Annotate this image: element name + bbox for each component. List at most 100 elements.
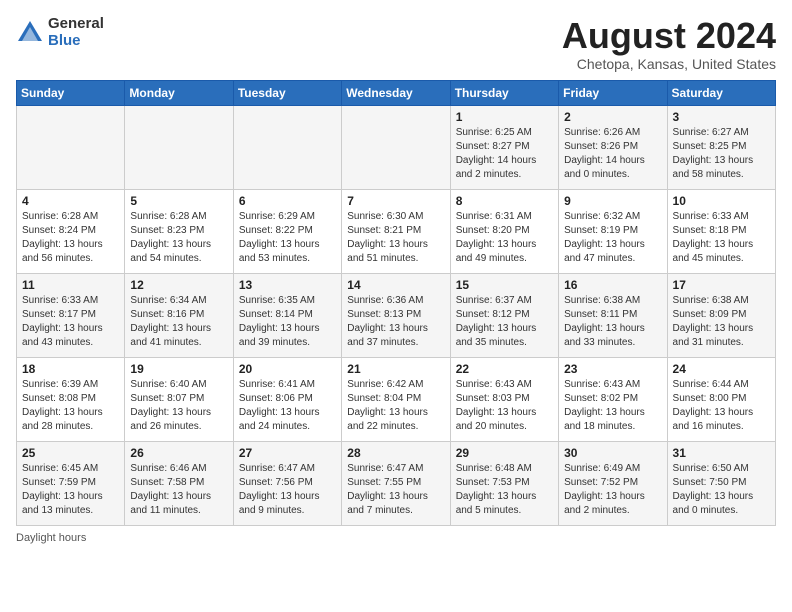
calendar-cell: 28Sunrise: 6:47 AM Sunset: 7:55 PM Dayli… xyxy=(342,441,450,525)
day-number: 18 xyxy=(22,362,119,376)
day-info: Sunrise: 6:43 AM Sunset: 8:02 PM Dayligh… xyxy=(564,378,661,434)
calendar-cell: 13 Sunrise: 6:35 AM Sunset: 8:14 PM Dayli… xyxy=(233,273,341,357)
day-info: Sunrise: 6:32 AM Sunset: 8:19 PM Dayligh… xyxy=(564,210,661,266)
day-info: Sunrise: 6:30 AM Sunset: 8:21 PM Dayligh… xyxy=(347,210,444,266)
calendar-cell: 31Sunrise: 6:50 AM Sunset: 7:50 PM Dayli… xyxy=(667,441,775,525)
day-number: 19 xyxy=(130,362,227,376)
day-info: Sunrise: 6:43 AM Sunset: 8:03 PM Dayligh… xyxy=(456,378,553,434)
day-number: 31 xyxy=(673,446,770,460)
logo: General Blue xyxy=(16,16,104,49)
logo-blue-text: Blue xyxy=(48,33,104,50)
day-info: Sunrise: 6:39 AM Sunset: 8:08 PM Dayligh… xyxy=(22,378,119,434)
day-info: Sunrise: 6:26 AM Sunset: 8:26 PM Dayligh… xyxy=(564,126,661,182)
calendar-week-row: 11Sunrise: 6:33 AM Sunset: 8:17 PM Dayli… xyxy=(17,273,776,357)
day-info: Sunrise: 6:36 AM Sunset: 8:13 PM Dayligh… xyxy=(347,294,444,350)
day-info: Sunrise: 6:44 AM Sunset: 8:00 PM Dayligh… xyxy=(673,378,770,434)
day-info: Sunrise: 6:33 AM Sunset: 8:18 PM Dayligh… xyxy=(673,210,770,266)
day-info: Sunrise: 6:28 AM Sunset: 8:24 PM Dayligh… xyxy=(22,210,119,266)
day-number: 26 xyxy=(130,446,227,460)
calendar-cell: 8Sunrise: 6:31 AM Sunset: 8:20 PM Daylig… xyxy=(450,189,558,273)
calendar-cell: 15Sunrise: 6:37 AM Sunset: 8:12 PM Dayli… xyxy=(450,273,558,357)
calendar-cell: 3 Sunrise: 6:27 AM Sunset: 8:25 PM Daylig… xyxy=(667,105,775,189)
calendar-day-header: Monday xyxy=(125,80,233,105)
day-number: 11 xyxy=(22,278,119,292)
calendar-cell: 14 Sunrise: 6:36 AM Sunset: 8:13 PM Dayli… xyxy=(342,273,450,357)
day-info: Sunrise: 6:31 AM Sunset: 8:20 PM Dayligh… xyxy=(456,210,553,266)
day-info: Sunrise: 6:45 AM Sunset: 7:59 PM Dayligh… xyxy=(22,462,119,518)
day-info: Sunrise: 6:42 AM Sunset: 8:04 PM Dayligh… xyxy=(347,378,444,434)
calendar-cell: 18 Sunrise: 6:39 AM Sunset: 8:08 PM Dayli… xyxy=(17,357,125,441)
logo-icon xyxy=(16,19,44,47)
day-number: 27 xyxy=(239,446,336,460)
day-number: 7 xyxy=(347,194,444,208)
logo-general-text: General xyxy=(48,16,104,33)
day-info: Sunrise: 6:46 AM Sunset: 7:58 PM Dayligh… xyxy=(130,462,227,518)
day-number: 30 xyxy=(564,446,661,460)
calendar-cell: 10Sunrise: 6:33 AM Sunset: 8:18 PM Dayli… xyxy=(667,189,775,273)
calendar-week-row: 18 Sunrise: 6:39 AM Sunset: 8:08 PM Dayli… xyxy=(17,357,776,441)
day-info: Sunrise: 6:48 AM Sunset: 7:53 PM Dayligh… xyxy=(456,462,553,518)
calendar-cell: 26 Sunrise: 6:46 AM Sunset: 7:58 PM Dayli… xyxy=(125,441,233,525)
calendar-cell xyxy=(125,105,233,189)
calendar-body: 1Sunrise: 6:25 AM Sunset: 8:27 PM Daylig… xyxy=(17,105,776,525)
day-number: 21 xyxy=(347,362,444,376)
location-text: Chetopa, Kansas, United States xyxy=(562,56,776,72)
calendar-cell: 20Sunrise: 6:41 AM Sunset: 8:06 PM Dayli… xyxy=(233,357,341,441)
calendar-cell: 6 Sunrise: 6:29 AM Sunset: 8:22 PM Daylig… xyxy=(233,189,341,273)
day-info: Sunrise: 6:38 AM Sunset: 8:11 PM Dayligh… xyxy=(564,294,661,350)
calendar-cell: 27 Sunrise: 6:47 AM Sunset: 7:56 PM Dayli… xyxy=(233,441,341,525)
calendar-day-header: Saturday xyxy=(667,80,775,105)
calendar-cell: 22 Sunrise: 6:43 AM Sunset: 8:03 PM Dayli… xyxy=(450,357,558,441)
calendar-day-header: Thursday xyxy=(450,80,558,105)
calendar-cell: 12 Sunrise: 6:34 AM Sunset: 8:16 PM Dayli… xyxy=(125,273,233,357)
calendar-cell: 9 Sunrise: 6:32 AM Sunset: 8:19 PM Daylig… xyxy=(559,189,667,273)
calendar-cell: 11Sunrise: 6:33 AM Sunset: 8:17 PM Dayli… xyxy=(17,273,125,357)
calendar-cell: 19 Sunrise: 6:40 AM Sunset: 8:07 PM Dayli… xyxy=(125,357,233,441)
calendar-cell: 23Sunrise: 6:43 AM Sunset: 8:02 PM Dayli… xyxy=(559,357,667,441)
calendar-cell xyxy=(17,105,125,189)
day-number: 5 xyxy=(130,194,227,208)
day-info: Sunrise: 6:40 AM Sunset: 8:07 PM Dayligh… xyxy=(130,378,227,434)
logo-text: General Blue xyxy=(48,16,104,49)
day-info: Sunrise: 6:29 AM Sunset: 8:22 PM Dayligh… xyxy=(239,210,336,266)
day-info: Sunrise: 6:37 AM Sunset: 8:12 PM Dayligh… xyxy=(456,294,553,350)
day-info: Sunrise: 6:38 AM Sunset: 8:09 PM Dayligh… xyxy=(673,294,770,350)
calendar-day-header: Wednesday xyxy=(342,80,450,105)
day-number: 22 xyxy=(456,362,553,376)
calendar-cell: 7 Sunrise: 6:30 AM Sunset: 8:21 PM Daylig… xyxy=(342,189,450,273)
day-info: Sunrise: 6:27 AM Sunset: 8:25 PM Dayligh… xyxy=(673,126,770,182)
day-number: 25 xyxy=(22,446,119,460)
calendar-week-row: 4Sunrise: 6:28 AM Sunset: 8:24 PM Daylig… xyxy=(17,189,776,273)
day-number: 12 xyxy=(130,278,227,292)
calendar-cell: 30 Sunrise: 6:49 AM Sunset: 7:52 PM Dayli… xyxy=(559,441,667,525)
day-number: 6 xyxy=(239,194,336,208)
calendar-cell: 24 Sunrise: 6:44 AM Sunset: 8:00 PM Dayli… xyxy=(667,357,775,441)
calendar-cell: 29Sunrise: 6:48 AM Sunset: 7:53 PM Dayli… xyxy=(450,441,558,525)
day-info: Sunrise: 6:28 AM Sunset: 8:23 PM Dayligh… xyxy=(130,210,227,266)
calendar-table: SundayMondayTuesdayWednesdayThursdayFrid… xyxy=(16,80,776,526)
day-number: 1 xyxy=(456,110,553,124)
day-number: 14 xyxy=(347,278,444,292)
calendar-cell: 4Sunrise: 6:28 AM Sunset: 8:24 PM Daylig… xyxy=(17,189,125,273)
calendar-cell: 2Sunrise: 6:26 AM Sunset: 8:26 PM Daylig… xyxy=(559,105,667,189)
calendar-week-row: 1Sunrise: 6:25 AM Sunset: 8:27 PM Daylig… xyxy=(17,105,776,189)
footer-note: Daylight hours xyxy=(16,532,776,544)
calendar-cell: 17Sunrise: 6:38 AM Sunset: 8:09 PM Dayli… xyxy=(667,273,775,357)
day-info: Sunrise: 6:41 AM Sunset: 8:06 PM Dayligh… xyxy=(239,378,336,434)
day-info: Sunrise: 6:47 AM Sunset: 7:55 PM Dayligh… xyxy=(347,462,444,518)
calendar-day-header: Friday xyxy=(559,80,667,105)
day-info: Sunrise: 6:47 AM Sunset: 7:56 PM Dayligh… xyxy=(239,462,336,518)
calendar-week-row: 25 Sunrise: 6:45 AM Sunset: 7:59 PM Dayli… xyxy=(17,441,776,525)
day-number: 13 xyxy=(239,278,336,292)
day-number: 9 xyxy=(564,194,661,208)
calendar-day-header: Sunday xyxy=(17,80,125,105)
day-info: Sunrise: 6:35 AM Sunset: 8:14 PM Dayligh… xyxy=(239,294,336,350)
title-block: August 2024 Chetopa, Kansas, United Stat… xyxy=(562,16,776,72)
day-number: 3 xyxy=(673,110,770,124)
day-info: Sunrise: 6:34 AM Sunset: 8:16 PM Dayligh… xyxy=(130,294,227,350)
calendar-cell: 1Sunrise: 6:25 AM Sunset: 8:27 PM Daylig… xyxy=(450,105,558,189)
day-number: 24 xyxy=(673,362,770,376)
day-info: Sunrise: 6:49 AM Sunset: 7:52 PM Dayligh… xyxy=(564,462,661,518)
calendar-cell xyxy=(342,105,450,189)
day-number: 16 xyxy=(564,278,661,292)
